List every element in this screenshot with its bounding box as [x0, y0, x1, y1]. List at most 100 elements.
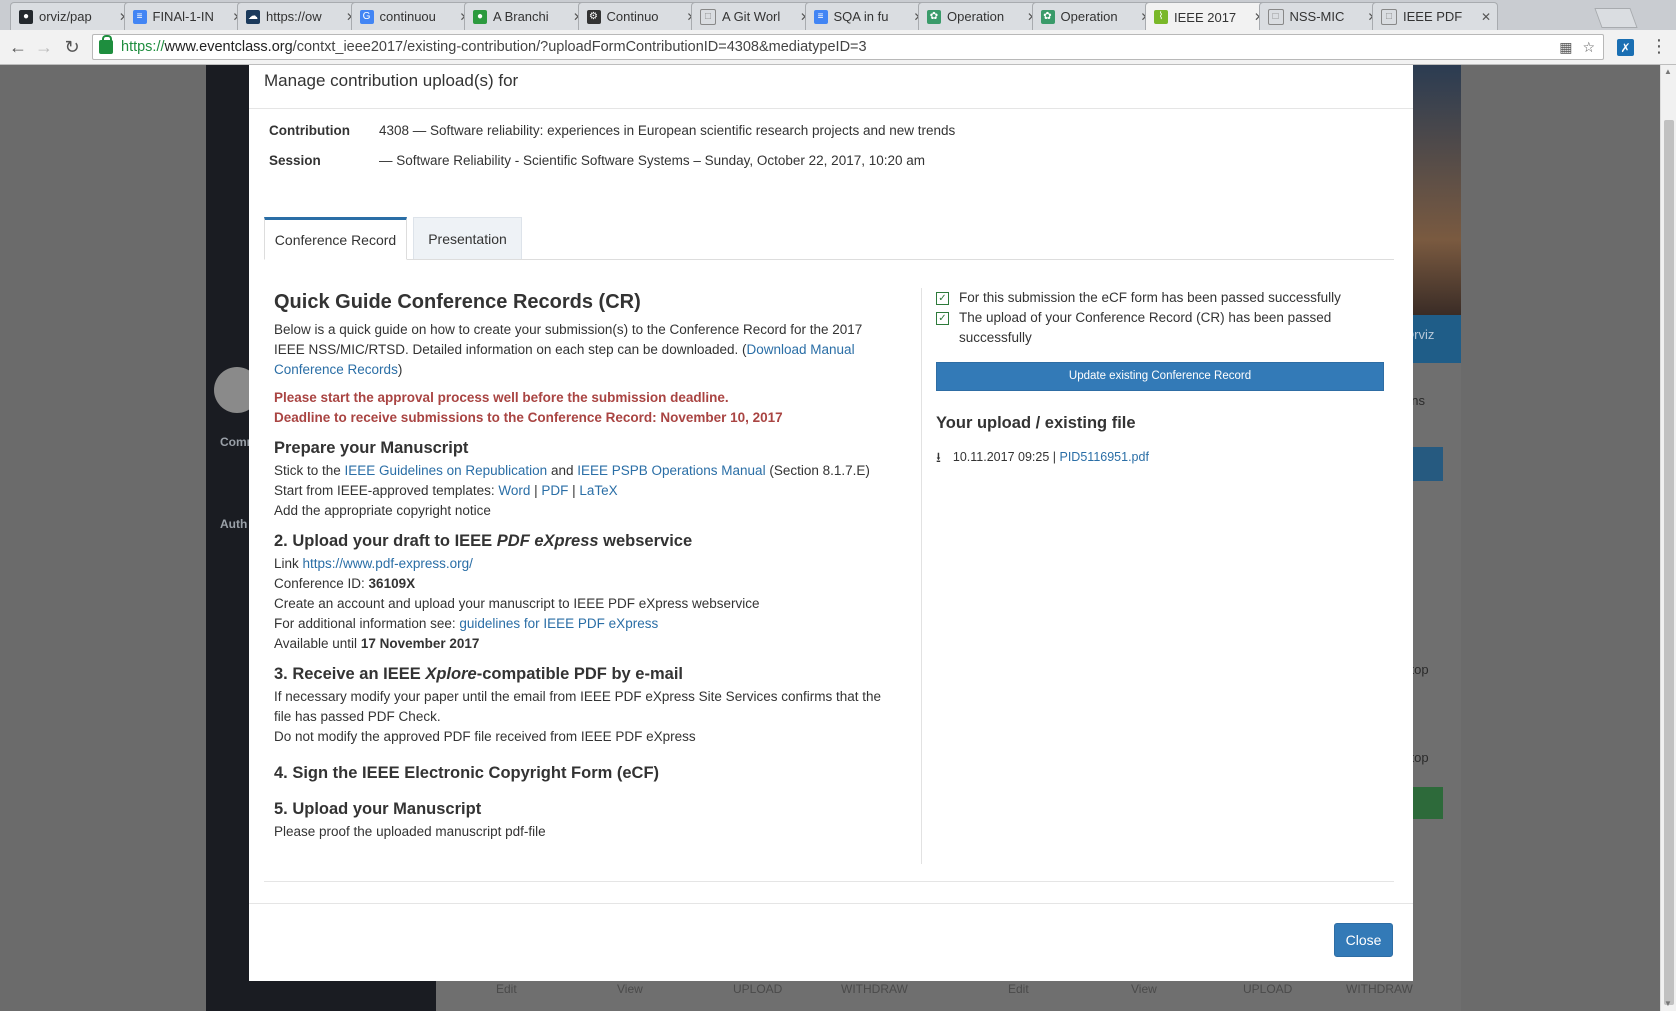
tab-conference-record[interactable]: Conference Record [264, 217, 407, 260]
upload-status: ✓ For this submission the eCF form has b… [936, 288, 1386, 467]
pdf-template-link[interactable]: PDF [541, 483, 568, 498]
bg-table-cell: WITHDRAW [1346, 982, 1413, 996]
browser-tab-title: IEEE 2017 [1174, 9, 1237, 25]
page-scrollbar[interactable]: ▲ ▼ [1660, 65, 1676, 1011]
browser-tab-title: A Git Worl [722, 9, 781, 24]
section-prepare-title: Prepare your Manuscript [274, 439, 469, 457]
upload-icon: ⭳ [936, 449, 941, 465]
warning-deadline: Deadline to receive submissions to the C… [274, 410, 783, 425]
translate-icon[interactable]: ▦ [1559, 39, 1572, 56]
column-divider [921, 288, 922, 864]
back-icon[interactable]: ← [6, 35, 30, 59]
browser-tab-title: IEEE PDF [1403, 9, 1463, 24]
octopus-icon: ✿ [927, 9, 941, 24]
reload-icon[interactable]: ↻ [60, 35, 84, 59]
text: PDF eXpress [496, 532, 599, 550]
bug-icon: ⚙ [586, 9, 601, 24]
close-button[interactable]: Close [1334, 923, 1393, 957]
ecf-status-text: For this submission the eCF form has bee… [959, 290, 1341, 305]
browser-tab-title: Operation [1060, 9, 1118, 24]
bg-table-cell: WITHDRAW [841, 982, 908, 996]
text: (Section 8.1.7.E) [765, 463, 870, 478]
republication-guidelines-link[interactable]: IEEE Guidelines on Republication [345, 463, 548, 478]
guide-intro: Below is a quick guide on how to create … [274, 320, 886, 380]
new-tab-button[interactable] [1594, 8, 1638, 28]
text: | [530, 483, 542, 498]
text: 3. Receive an IEEE [274, 665, 426, 683]
browser-tab[interactable]: ✿Operation✕ [918, 2, 1044, 30]
browser-tab[interactable]: ⌇IEEE 2017✕ [1145, 2, 1271, 30]
browser-tab[interactable]: ☁https://ow✕ [237, 2, 363, 30]
url-path: /contxt_ieee2017/existing-contribution/?… [292, 39, 867, 55]
browser-tab-title: Continuo [606, 9, 659, 24]
browser-tab[interactable]: ≡SQA in fu✕ [804, 2, 931, 30]
section-receive-title: 3. Receive an IEEE Xplore-compatible PDF… [274, 664, 886, 684]
google-docs-icon: ≡ [813, 9, 828, 24]
upload-datetime: 10.11.2017 09:25 | [952, 450, 1060, 464]
browser-tab-title: NSS-MIC [1289, 9, 1345, 24]
scroll-down-icon[interactable]: ▼ [1664, 999, 1672, 1008]
google-icon: G [359, 9, 374, 24]
browser-tab[interactable]: Gcontinuou✕ [350, 2, 477, 30]
text: 2. Upload your draft to IEEE [274, 532, 497, 550]
google-docs-icon: ≡ [132, 9, 147, 24]
upload-modal: Manage contribution upload(s) for Contri… [249, 65, 1413, 981]
ieee-icon: ⌇ [1154, 10, 1168, 24]
pspb-manual-link[interactable]: IEEE PSPB Operations Manual [577, 463, 765, 478]
url-scheme: https:// [121, 39, 165, 55]
text: Link [274, 556, 303, 571]
github-icon: ● [19, 9, 33, 24]
latex-template-link[interactable]: LaTeX [579, 483, 617, 498]
scroll-thumb[interactable] [1664, 120, 1674, 1005]
uploaded-file-row: ⭳ 10.11.2017 09:25 | PID5116951.pdf [936, 447, 1386, 467]
bookmark-star-icon[interactable]: ☆ [1582, 39, 1595, 56]
browser-tab[interactable]: ●orviz/pap✕ [10, 2, 136, 30]
conference-id: 36109X [368, 576, 416, 591]
bg-table-cell: View [1131, 982, 1157, 996]
browser-tab[interactable]: □ IEEE PDF ✕ [1372, 2, 1498, 30]
bg-table-cell: View [617, 982, 643, 996]
browser-tab[interactable]: ⚙Continuo✕ [577, 2, 704, 30]
address-bar[interactable]: https:// www.eventclass.org /contxt_ieee… [92, 34, 1604, 60]
browser-tab-title: continuou [379, 9, 436, 24]
section-upload-manuscript-title: 5. Upload your Manuscript [274, 800, 482, 818]
browser-tab[interactable]: ✿Operation✕ [1031, 2, 1158, 30]
modal-tabs: Conference Record Presentation [264, 217, 1394, 260]
cr-status: ✓ The upload of your Conference Record (… [936, 308, 1386, 348]
cloud-icon: ☁ [246, 9, 260, 24]
octopus-icon: ✿ [1040, 9, 1055, 24]
close-tab-icon[interactable]: ✕ [1481, 10, 1491, 24]
warning-approval: Please start the approval process well b… [274, 390, 729, 405]
bg-table-cell: Edit [1008, 982, 1029, 996]
modal-footer-divider [249, 903, 1413, 904]
text: | [568, 483, 580, 498]
browser-tab[interactable]: ≡FINAl-1-IN✕ [123, 2, 250, 30]
browser-tab[interactable]: □NSS-MIC✕ [1258, 2, 1385, 30]
browser-tab[interactable]: □A Git Worl✕ [691, 2, 817, 30]
upload-datetime-text: 10.11.2017 09:25 | PID5116951.pdf [953, 447, 1149, 467]
available-until-date: 17 November 2017 [360, 636, 480, 651]
contribution-value: 4308 — Software reliability: experiences… [379, 123, 956, 138]
bg-table-cell: UPLOAD [1243, 982, 1293, 996]
tab-presentation[interactable]: Presentation [413, 217, 522, 259]
text: Conference ID: [274, 576, 369, 591]
update-conference-record-button[interactable]: Update existing Conference Record [936, 362, 1384, 391]
pdf-express-link[interactable]: https://www.pdf-express.org/ [303, 556, 473, 571]
guide-intro-end: ) [397, 362, 403, 377]
word-template-link[interactable]: Word [498, 483, 530, 498]
uploaded-file-link[interactable]: PID5116951.pdf [1060, 450, 1149, 464]
pdf-express-guidelines-link[interactable]: guidelines for IEEE PDF eXpress [459, 616, 658, 631]
extension-icon[interactable]: ✗ [1617, 39, 1634, 56]
browser-menu-icon[interactable]: ⋮ [1650, 36, 1668, 57]
browser-tab[interactable]: ●A Branchi✕ [464, 2, 590, 30]
browser-tab-title: https://ow [266, 9, 322, 24]
scroll-up-icon[interactable]: ▲ [1664, 67, 1672, 76]
contribution-label: Contribution [269, 123, 350, 138]
text: -compatible PDF by e-mail [476, 665, 683, 683]
create-account-text: Create an account and upload your manusc… [274, 596, 760, 611]
forward-icon[interactable]: → [32, 35, 56, 59]
browser-tab-title: Operation [947, 9, 1005, 24]
guide-title: Quick Guide Conference Records (CR) [274, 291, 641, 313]
text: webservice [598, 532, 693, 550]
check-icon: ✓ [936, 292, 949, 305]
